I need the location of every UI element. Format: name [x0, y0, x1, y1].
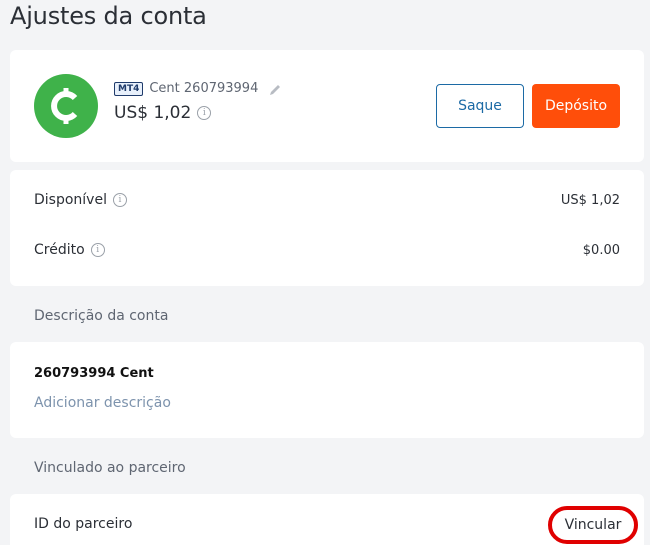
cent-logo-icon	[34, 74, 98, 138]
available-label: Disponível	[34, 192, 107, 208]
available-value: US$ 1,02	[560, 192, 620, 208]
info-icon[interactable]: i	[197, 106, 212, 120]
account-balance-row: US$ 1,02 i	[114, 103, 212, 123]
description-section-label: Descrição da conta	[34, 308, 169, 324]
description-title: 260793994 Cent	[34, 366, 154, 381]
add-description-link[interactable]: Adicionar descrição	[34, 395, 171, 411]
credit-label: Crédito	[34, 242, 85, 258]
partner-id-label: ID do parceiro	[34, 516, 133, 532]
description-card: 260793994 Cent Adicionar descrição	[10, 342, 644, 438]
pencil-icon[interactable]	[268, 82, 282, 96]
link-partner-button[interactable]: Vincular	[548, 506, 638, 544]
info-icon[interactable]: i	[112, 193, 127, 207]
available-row: Disponível i US$ 1,02	[34, 192, 620, 208]
info-icon[interactable]: i	[90, 243, 105, 257]
account-balance: US$ 1,02	[114, 103, 192, 123]
account-name: Cent 260793994	[149, 81, 259, 96]
page-title: Ajustes da conta	[10, 2, 207, 30]
partner-section-label: Vinculado ao parceiro	[34, 460, 186, 476]
credit-row: Crédito i $0.00	[34, 242, 620, 258]
account-name-row: MT4 Cent 260793994	[114, 81, 282, 96]
credit-value: $0.00	[582, 242, 620, 258]
partner-card: ID do parceiro Vincular	[10, 494, 644, 545]
platform-badge: MT4	[114, 81, 144, 96]
withdraw-button[interactable]: Saque	[436, 84, 524, 128]
balances-card: Disponível i US$ 1,02 Crédito i $0.00	[10, 170, 644, 286]
account-summary-card: MT4 Cent 260793994 US$ 1,02 i Saque Depó…	[10, 50, 644, 162]
deposit-button[interactable]: Depósito	[532, 84, 620, 128]
